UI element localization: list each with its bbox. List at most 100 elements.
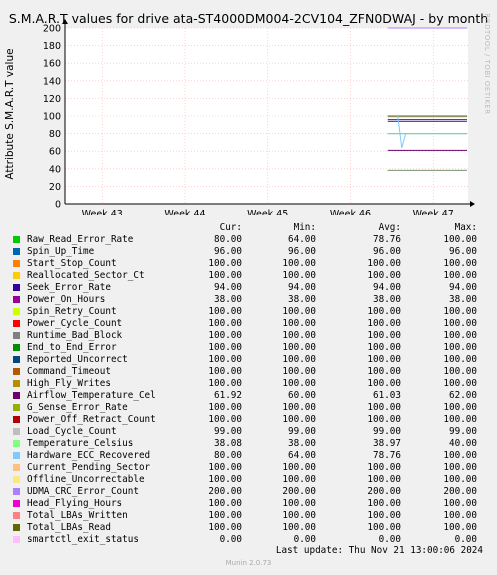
- x-tick-label: Week 46: [330, 209, 371, 215]
- legend-max-value: 100.00: [443, 258, 477, 269]
- legend-row: UDMA_CRC_Error_Count 200.00 200.00 200.00 20…: [0, 486, 497, 498]
- legend-swatch: [13, 380, 20, 387]
- legend-cur-value: 100.00: [208, 522, 242, 533]
- legend-row: Runtime_Bad_Block 100.00 100.00 100.00 100.0…: [0, 330, 497, 342]
- y-tick-label: 0: [55, 200, 61, 211]
- legend-row: High_Fly_Writes 100.00 100.00 100.00 100.00: [0, 378, 497, 390]
- legend-avg-value: 100.00: [367, 330, 401, 341]
- legend-max-value: 38.00: [449, 294, 477, 305]
- legend-series-name: Reallocated_Sector_Ct: [27, 270, 145, 281]
- legend-cur-value: 38.08: [214, 438, 242, 449]
- legend-cur-value: 80.00: [214, 450, 242, 461]
- legend-series-name: UDMA_CRC_Error_Count: [27, 486, 139, 497]
- legend-series-name: Seek_Error_Rate: [27, 282, 111, 293]
- legend-max-value: 100.00: [443, 498, 477, 509]
- legend-swatch: [13, 356, 20, 363]
- legend-max-value: 94.00: [449, 282, 477, 293]
- legend-swatch: [13, 308, 20, 315]
- legend-max-value: 100.00: [443, 354, 477, 365]
- legend-avg-value: 96.00: [373, 246, 401, 257]
- legend-min-value: 100.00: [282, 414, 316, 425]
- legend-swatch: [13, 416, 20, 423]
- legend-series-name: Start_Stop_Count: [27, 258, 117, 269]
- x-tick-label: Week 45: [247, 209, 288, 215]
- legend-min-value: 38.00: [288, 438, 316, 449]
- legend-series-name: Total_LBAs_Read: [27, 522, 111, 533]
- legend-row: Command_Timeout 100.00 100.00 100.00 100.00: [0, 366, 497, 378]
- legend-avg-value: 78.76: [373, 450, 401, 461]
- legend-avg-value: 100.00: [367, 378, 401, 389]
- legend-max-value: 62.00: [449, 390, 477, 401]
- legend-min-value: 100.00: [282, 474, 316, 485]
- legend-swatch: [13, 476, 20, 483]
- legend-cur-value: 96.00: [214, 246, 242, 257]
- legend-series-name: Airflow_Temperature_Cel: [27, 390, 156, 401]
- legend-swatch: [13, 452, 20, 459]
- legend-row: Airflow_Temperature_Cel 61.92 60.00 61.03 62…: [0, 390, 497, 402]
- legend-swatch: [13, 464, 20, 471]
- legend-max-value: 99.00: [449, 426, 477, 437]
- legend-series-name: High_Fly_Writes: [27, 378, 111, 389]
- legend-col-cur: Cur:: [219, 222, 242, 233]
- legend-row: Power_Off_Retract_Count 100.00 100.00 100.0…: [0, 414, 497, 426]
- legend-row: End_to_End_Error 100.00 100.00 100.00 100.00: [0, 342, 497, 354]
- legend-swatch: [13, 440, 20, 447]
- y-tick-labels: 0 20 40 60 80 100 120 140 160 180 200: [43, 24, 61, 211]
- y-tick-label: 120: [43, 94, 61, 105]
- legend-min-value: 100.00: [282, 366, 316, 377]
- legend-max-value: 100.00: [443, 510, 477, 521]
- legend-swatch: [13, 344, 20, 351]
- legend-cur-value: 100.00: [208, 402, 242, 413]
- legend-min-value: 100.00: [282, 330, 316, 341]
- legend-swatch: [13, 428, 20, 435]
- legend-min-value: 100.00: [282, 378, 316, 389]
- y-tick-label: 40: [49, 164, 61, 175]
- y-tick-label: 160: [43, 59, 61, 70]
- legend-series-name: Power_Off_Retract_Count: [27, 414, 156, 425]
- legend-max-value: 100.00: [443, 366, 477, 377]
- legend-min-value: 100.00: [282, 510, 316, 521]
- legend-swatch: [13, 236, 20, 243]
- legend-row: Power_Cycle_Count 100.00 100.00 100.00 100.0…: [0, 318, 497, 330]
- legend-swatch: [13, 500, 20, 507]
- legend-row: Start_Stop_Count 100.00 100.00 100.00 100.00: [0, 258, 497, 270]
- legend-cur-value: 100.00: [208, 462, 242, 473]
- legend-min-value: 100.00: [282, 462, 316, 473]
- legend-series-name: Current_Pending_Sector: [27, 462, 151, 473]
- legend-series-name: Offline_Uncorrectable: [27, 474, 145, 485]
- legend-min-value: 100.00: [282, 342, 316, 353]
- x-tick-label: Week 43: [82, 209, 123, 215]
- legend-cur-value: 100.00: [208, 414, 242, 425]
- y-tick-label: 60: [49, 147, 61, 158]
- last-update: Last update: Thu Nov 21 13:00:06 2024: [275, 545, 483, 556]
- legend-row: Reallocated_Sector_Ct 100.00 100.00 100.00 1…: [0, 270, 497, 282]
- legend-series-name: Spin_Up_Time: [27, 246, 95, 257]
- legend-cur-value: 100.00: [208, 258, 242, 269]
- legend-series-name: Load_Cycle_Count: [27, 426, 117, 437]
- y-tick-label: 140: [43, 76, 61, 87]
- legend-series-name: Hardware_ECC_Recovered: [27, 450, 151, 461]
- legend-cur-value: 100.00: [208, 510, 242, 521]
- legend-series-name: Runtime_Bad_Block: [27, 330, 123, 341]
- legend-avg-value: 100.00: [367, 498, 401, 509]
- legend-avg-value: 100.00: [367, 462, 401, 473]
- legend-cur-value: 100.00: [208, 306, 242, 317]
- legend-series-name: Command_Timeout: [27, 366, 111, 377]
- y-axis-arrow: [62, 19, 68, 24]
- legend-cur-value: 38.00: [214, 294, 242, 305]
- legend-avg-value: 100.00: [367, 474, 401, 485]
- legend-max-value: 100.00: [443, 462, 477, 473]
- legend-max-value: 100.00: [443, 402, 477, 413]
- legend-avg-value: 61.03: [373, 390, 401, 401]
- legend-avg-value: 100.00: [367, 306, 401, 317]
- legend-cur-value: 100.00: [208, 498, 242, 509]
- legend-swatch: [13, 392, 20, 399]
- legend-cur-value: 200.00: [208, 486, 242, 497]
- legend-cur-value: 80.00: [214, 234, 242, 245]
- legend-max-value: 40.00: [449, 438, 477, 449]
- legend-max-value: 96.00: [449, 246, 477, 257]
- legend-swatch: [13, 272, 20, 279]
- legend-series-name: Spin_Retry_Count: [27, 306, 117, 317]
- legend-col-max: Max:: [454, 222, 477, 233]
- legend-series-name: Power_On_Hours: [27, 294, 106, 305]
